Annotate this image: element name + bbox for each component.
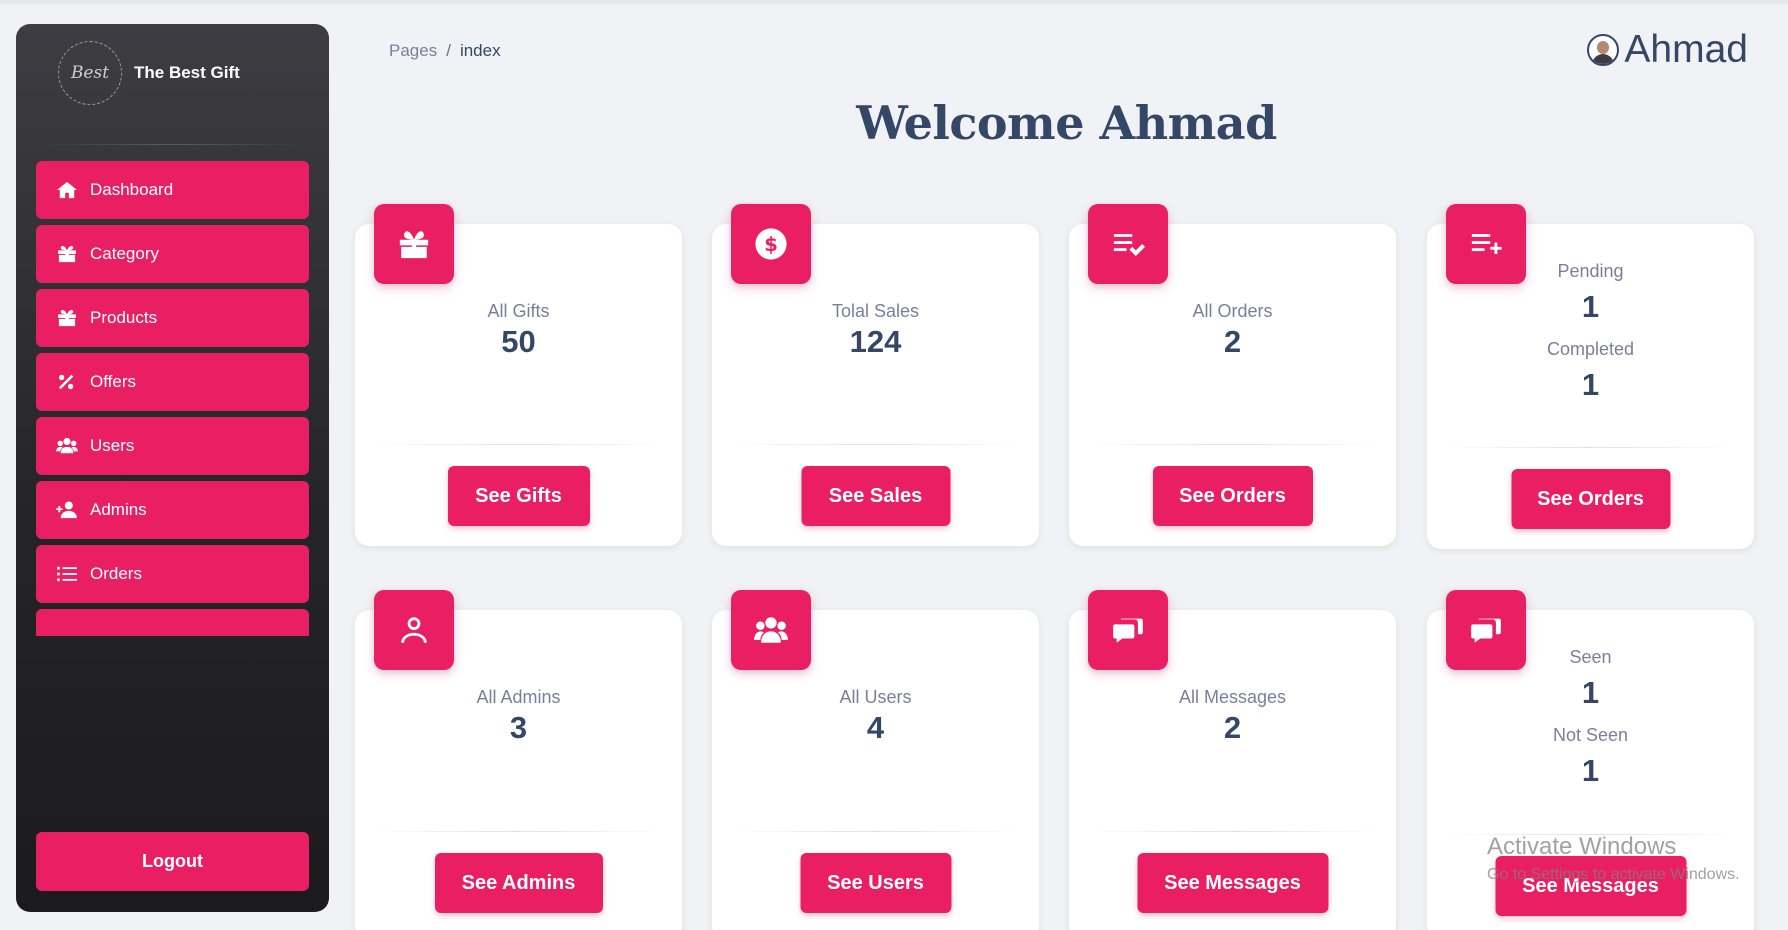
chat-icon bbox=[1446, 590, 1526, 670]
card-messages: All Messages 2 See Messages bbox=[1069, 590, 1396, 930]
sidebar-item-label: Dashboard bbox=[90, 180, 174, 199]
svg-text:$: $ bbox=[764, 233, 778, 256]
stat-value: 4 bbox=[866, 710, 885, 745]
percent-icon bbox=[58, 374, 74, 390]
brand-name: The Best Gift bbox=[134, 63, 240, 82]
card-orders: All Orders 2 See Orders bbox=[1069, 204, 1396, 546]
sidebar-item-dashboard[interactable]: Dashboard bbox=[36, 161, 309, 219]
breadcrumb-separator: / bbox=[446, 41, 451, 60]
avatar bbox=[1587, 34, 1620, 66]
dollar-icon: $ bbox=[731, 204, 811, 284]
list-icon bbox=[57, 566, 77, 582]
gift-icon bbox=[58, 309, 76, 327]
sidebar-item-admins[interactable]: Admins bbox=[36, 481, 309, 539]
breadcrumb-parent[interactable]: Pages bbox=[389, 41, 437, 60]
user-name: Ahmad bbox=[1624, 28, 1748, 71]
see-messages-button[interactable]: See Messages bbox=[1137, 853, 1328, 913]
stat-value: 1 bbox=[1581, 753, 1600, 788]
see-users-button[interactable]: See Users bbox=[800, 853, 951, 913]
stat-label: All Gifts bbox=[487, 301, 550, 321]
stat-label: All Users bbox=[839, 687, 912, 707]
card-divider bbox=[371, 831, 666, 832]
sidebar-item-products[interactable]: Products bbox=[36, 289, 309, 347]
person-icon bbox=[374, 590, 454, 670]
stat-label: All Messages bbox=[1178, 687, 1287, 707]
sidebar-nav: Dashboard Category Products Offers Users… bbox=[36, 161, 309, 636]
sidebar-item-orders[interactable]: Orders bbox=[36, 545, 309, 603]
card-divider bbox=[728, 831, 1023, 832]
activate-windows-watermark: Activate Windows Go to Settings to activ… bbox=[1487, 833, 1740, 884]
card-divider bbox=[1443, 447, 1738, 448]
card-divider bbox=[371, 444, 666, 445]
stat-value: 1 bbox=[1581, 367, 1600, 402]
sidebar-item-offers[interactable]: Offers bbox=[36, 353, 309, 411]
sidebar: Best The Best Gift Dashboard Category Pr… bbox=[16, 24, 329, 912]
stat-value: 2 bbox=[1223, 324, 1242, 359]
sidebar-item-users[interactable]: Users bbox=[36, 417, 309, 475]
card-sales: $ Tolal Sales 124 See Sales bbox=[712, 204, 1039, 546]
breadcrumb: Pages / index bbox=[389, 41, 501, 61]
card-divider bbox=[1085, 444, 1380, 445]
chat-icon bbox=[1088, 590, 1168, 670]
group-icon bbox=[731, 590, 811, 670]
sidebar-item-label: Products bbox=[90, 308, 158, 327]
stat-value: 124 bbox=[849, 324, 902, 359]
sidebar-item-label: Orders bbox=[90, 564, 142, 583]
breadcrumb-current: index bbox=[459, 41, 501, 60]
home-icon bbox=[57, 181, 77, 199]
top-border bbox=[0, 0, 1788, 4]
playlist-check-icon bbox=[1088, 204, 1168, 284]
sidebar-item-label: Offers bbox=[90, 372, 136, 391]
sidebar-item-label: Users bbox=[90, 436, 135, 455]
brand-logo-text: Best bbox=[70, 63, 110, 83]
user-menu[interactable]: Ahmad bbox=[1587, 28, 1748, 72]
sidebar-item-more[interactable] bbox=[36, 609, 309, 636]
stat-value: 3 bbox=[509, 710, 528, 745]
users-icon bbox=[56, 437, 78, 454]
card-divider bbox=[728, 444, 1023, 445]
sidebar-item-label: Category bbox=[90, 244, 159, 263]
see-admins-button[interactable]: See Admins bbox=[434, 853, 603, 913]
card-gifts: All Gifts 50 See Gifts bbox=[355, 204, 682, 546]
gift-icon bbox=[374, 204, 454, 284]
stat-value: 1 bbox=[1581, 289, 1600, 324]
sidebar-item-label: Admins bbox=[90, 500, 147, 519]
gift-icon bbox=[58, 245, 76, 263]
stat-value: 50 bbox=[501, 324, 536, 359]
see-sales-button[interactable]: See Sales bbox=[801, 466, 950, 526]
add-user-icon bbox=[56, 501, 77, 519]
card-order-status: Pending 1 Completed 1 See Orders bbox=[1427, 204, 1754, 549]
stat-label: Tolal Sales bbox=[831, 301, 920, 321]
card-admins: All Admins 3 See Admins bbox=[355, 590, 682, 930]
stat-label: Completed bbox=[1546, 339, 1635, 359]
watermark-subtitle: Go to Settings to activate Windows. bbox=[1487, 866, 1740, 883]
see-orders-button[interactable]: See Orders bbox=[1511, 469, 1670, 529]
page-title: Welcome Ahmad bbox=[856, 96, 1277, 150]
stat-value: 2 bbox=[1223, 710, 1242, 745]
stat-label: All Orders bbox=[1192, 301, 1273, 321]
card-divider bbox=[1085, 831, 1380, 832]
playlist-add-icon bbox=[1446, 204, 1526, 284]
card-users: All Users 4 See Users bbox=[712, 590, 1039, 930]
see-orders-button[interactable]: See Orders bbox=[1152, 466, 1313, 526]
stat-label: All Admins bbox=[476, 687, 561, 707]
watermark-title: Activate Windows bbox=[1487, 833, 1677, 860]
see-gifts-button[interactable]: See Gifts bbox=[447, 466, 590, 526]
stat-label: Not Seen bbox=[1552, 725, 1629, 745]
logout-button[interactable]: Logout bbox=[36, 832, 309, 891]
stat-value: 1 bbox=[1581, 675, 1600, 710]
sidebar-item-category[interactable]: Category bbox=[36, 225, 309, 283]
